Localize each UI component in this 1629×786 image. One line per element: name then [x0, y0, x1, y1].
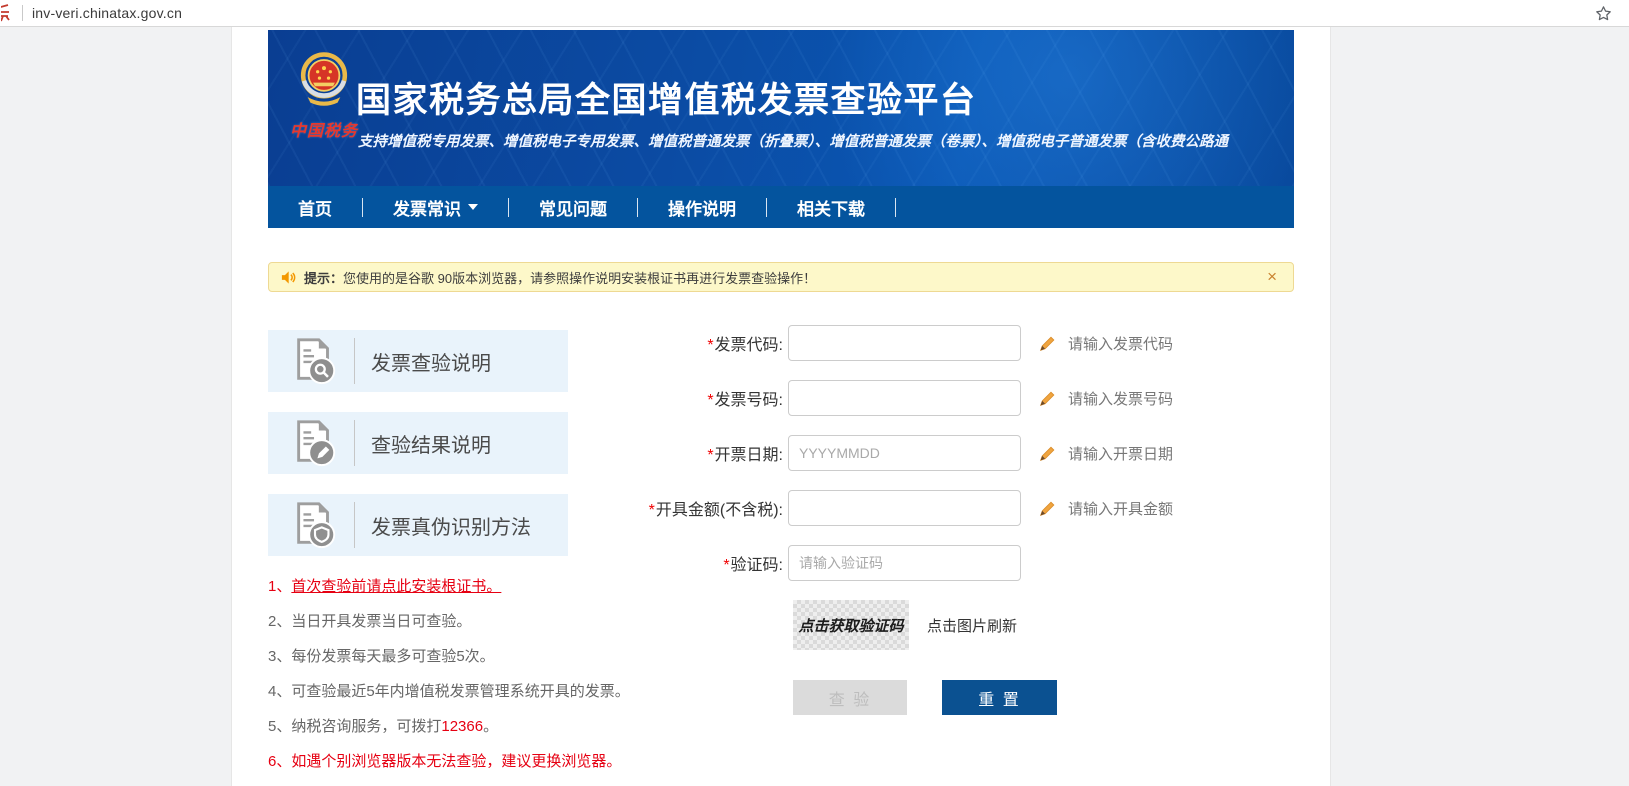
form-row-captcha: *验证码: — [608, 545, 1296, 581]
pencil-edit-icon — [1038, 389, 1057, 408]
divider — [354, 502, 355, 548]
main-navigation: 首页 发票常识 常见问题 操作说明 相关下载 — [268, 186, 1294, 228]
invoice-amount-label: *开具金额(不含税): — [608, 496, 788, 520]
page-subtitle: 支持增值税专用发票、增值税电子专用发票、增值税普通发票（折叠票）、增值税普通发票… — [358, 130, 1294, 151]
invoice-number-label: *发票号码: — [608, 386, 788, 410]
sidebar: 发票查验说明 查验结果说明 — [268, 330, 568, 576]
form-row-invoice-number: *发票号码: 请输入发票号码 — [608, 380, 1296, 416]
nav-item-instructions[interactable]: 操作说明 — [638, 186, 766, 228]
alert-message: 您使用的是谷歌 90版本浏览器，请参照操作说明安装根证书再进行发票查验操作！ — [343, 268, 816, 287]
install-cert-link[interactable]: 首次查验前请点此安装根证书。 — [291, 578, 501, 595]
doc-search-icon — [290, 336, 340, 386]
nav-item-invoice-knowledge[interactable]: 发票常识 — [363, 186, 508, 228]
doc-edit-icon — [290, 418, 340, 468]
sidebar-item-authenticity-guide[interactable]: 发票真伪识别方法 — [268, 494, 568, 556]
speaker-icon — [280, 269, 297, 286]
captcha-refresh-link[interactable]: 点击图片刷新 — [927, 615, 1017, 636]
reset-button[interactable]: 重 置 — [942, 680, 1057, 715]
invoice-date-input[interactable] — [788, 435, 1021, 471]
alert-prefix: 提示： — [304, 268, 343, 287]
invoice-number-input[interactable] — [788, 380, 1021, 416]
invoice-number-hint: 请输入发票号码 — [1068, 388, 1173, 409]
pencil-edit-icon — [1038, 444, 1057, 463]
captcha-label: *验证码: — [608, 551, 788, 575]
form-row-invoice-code: *发票代码: 请输入发票代码 — [608, 325, 1296, 361]
tax-emblem-icon — [295, 95, 353, 112]
invoice-code-input[interactable] — [788, 325, 1021, 361]
invoice-amount-input[interactable] — [788, 490, 1021, 526]
main-area: 发票查验说明 查验结果说明 — [268, 292, 1294, 786]
chevron-down-icon — [468, 204, 478, 210]
page-background: 中国税务 国家税务总局全国增值税发票查验平台 支持增值税专用发票、增值税电子专用… — [0, 27, 1629, 786]
verification-form: *发票代码: 请输入发票代码 *发票号码: — [608, 325, 1296, 715]
divider — [354, 420, 355, 466]
browser-warning-alert: 提示： 您使用的是谷歌 90版本浏览器，请参照操作说明安装根证书再进行发票查验操… — [268, 262, 1294, 292]
captcha-block: 点击获取验证码 点击图片刷新 — [793, 600, 1296, 650]
invoice-date-hint: 请输入开票日期 — [1068, 443, 1173, 464]
url-text[interactable]: inv-veri.chinatax.gov.cn — [32, 5, 182, 21]
nav-divider — [895, 198, 896, 217]
browser-address-bar: inv-veri.chinatax.gov.cn — [0, 0, 1629, 27]
pencil-edit-icon — [1038, 334, 1057, 353]
doc-shield-icon — [290, 500, 340, 550]
captcha-input[interactable] — [788, 545, 1021, 581]
invoice-code-label: *发票代码: — [608, 331, 788, 355]
sidebar-item-invoice-check-guide[interactable]: 发票查验说明 — [268, 330, 568, 392]
close-icon[interactable]: × — [1267, 267, 1277, 287]
captcha-image[interactable]: 点击获取验证码 — [793, 600, 909, 650]
page-title: 国家税务总局全国增值税发票查验平台 — [356, 72, 977, 123]
form-buttons: 查 验 重 置 — [793, 680, 1296, 715]
note-item-5: 5、纳税咨询服务，可拨打12366。 — [268, 716, 668, 737]
tab-favicon-fragment — [1, 4, 15, 22]
invoice-date-label: *开票日期: — [608, 441, 788, 465]
site-banner: 中国税务 国家税务总局全国增值税发票查验平台 支持增值税专用发票、增值税电子专用… — [268, 30, 1294, 186]
nav-item-home[interactable]: 首页 — [268, 186, 362, 228]
content-column: 中国税务 国家税务总局全国增值税发票查验平台 支持增值税专用发票、增值税电子专用… — [231, 27, 1331, 786]
pencil-edit-icon — [1038, 499, 1057, 518]
invoice-code-hint: 请输入发票代码 — [1068, 333, 1173, 354]
verify-button[interactable]: 查 验 — [793, 680, 907, 715]
nav-item-faq[interactable]: 常见问题 — [509, 186, 637, 228]
nav-item-downloads[interactable]: 相关下载 — [767, 186, 895, 228]
divider — [22, 5, 23, 21]
invoice-amount-hint: 请输入开具金额 — [1068, 498, 1173, 519]
form-row-invoice-amount: *开具金额(不含税): 请输入开具金额 — [608, 490, 1296, 526]
bookmark-star-icon[interactable] — [1594, 4, 1613, 23]
emblem-caption: 中国税务 — [288, 117, 360, 141]
divider — [354, 338, 355, 384]
note-item-6: 6、如遇个别浏览器版本无法查验，建议更换浏览器。 — [268, 751, 668, 772]
form-row-invoice-date: *开票日期: 请输入开票日期 — [608, 435, 1296, 471]
sidebar-item-result-guide[interactable]: 查验结果说明 — [268, 412, 568, 474]
